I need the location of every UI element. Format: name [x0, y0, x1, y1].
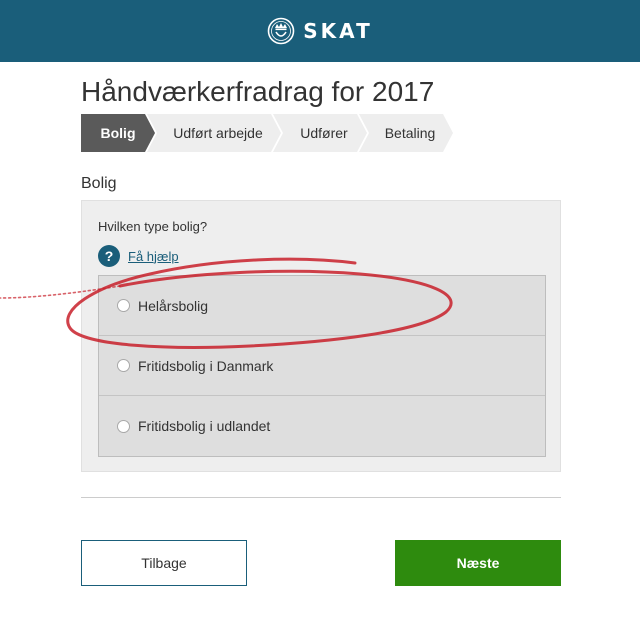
option-fritidsbolig-danmark[interactable]: Fritidsbolig i Danmark: [99, 336, 545, 396]
crown-emblem-icon: [267, 17, 295, 45]
step-bolig[interactable]: Bolig: [81, 114, 155, 152]
header-bar: SKAT: [0, 0, 640, 62]
progress-steps: Bolig Udført arbejde Udfører Betaling: [81, 114, 445, 152]
radio-button[interactable]: [117, 359, 130, 372]
step-label: Bolig: [100, 125, 136, 141]
back-button[interactable]: Tilbage: [81, 540, 247, 586]
radio-button[interactable]: [117, 299, 130, 312]
help-link[interactable]: Få hjælp: [128, 249, 179, 264]
divider: [81, 497, 561, 498]
help-row: ? Få hjælp: [98, 245, 179, 267]
option-fritidsbolig-udlandet[interactable]: Fritidsbolig i udlandet: [99, 396, 545, 456]
housing-type-panel: Hvilken type bolig? ? Få hjælp Helårsbol…: [81, 200, 561, 472]
step-label: Udfører: [300, 125, 348, 141]
step-udfoert-arbejde[interactable]: Udført arbejde: [147, 114, 281, 152]
step-udfoerer[interactable]: Udfører: [273, 114, 367, 152]
step-betaling[interactable]: Betaling: [359, 114, 453, 152]
housing-type-options: Helårsbolig Fritidsbolig i Danmark Friti…: [98, 275, 546, 457]
help-question-icon[interactable]: ?: [98, 245, 120, 267]
question-label: Hvilken type bolig?: [98, 219, 208, 234]
logo-text: SKAT: [303, 19, 373, 43]
option-label: Fritidsbolig i udlandet: [138, 418, 271, 434]
radio-button[interactable]: [117, 419, 130, 433]
skat-logo[interactable]: SKAT: [267, 17, 372, 45]
option-label: Fritidsbolig i Danmark: [138, 357, 274, 374]
page-title: Håndværkerfradrag for 2017: [81, 76, 435, 107]
next-button[interactable]: Næste: [395, 540, 561, 586]
option-helaarsbolig[interactable]: Helårsbolig: [99, 276, 545, 336]
step-label: Betaling: [384, 125, 436, 141]
step-label: Udført arbejde: [173, 125, 263, 141]
option-label: Helårsbolig: [138, 297, 209, 314]
section-title: Bolig: [81, 175, 117, 192]
